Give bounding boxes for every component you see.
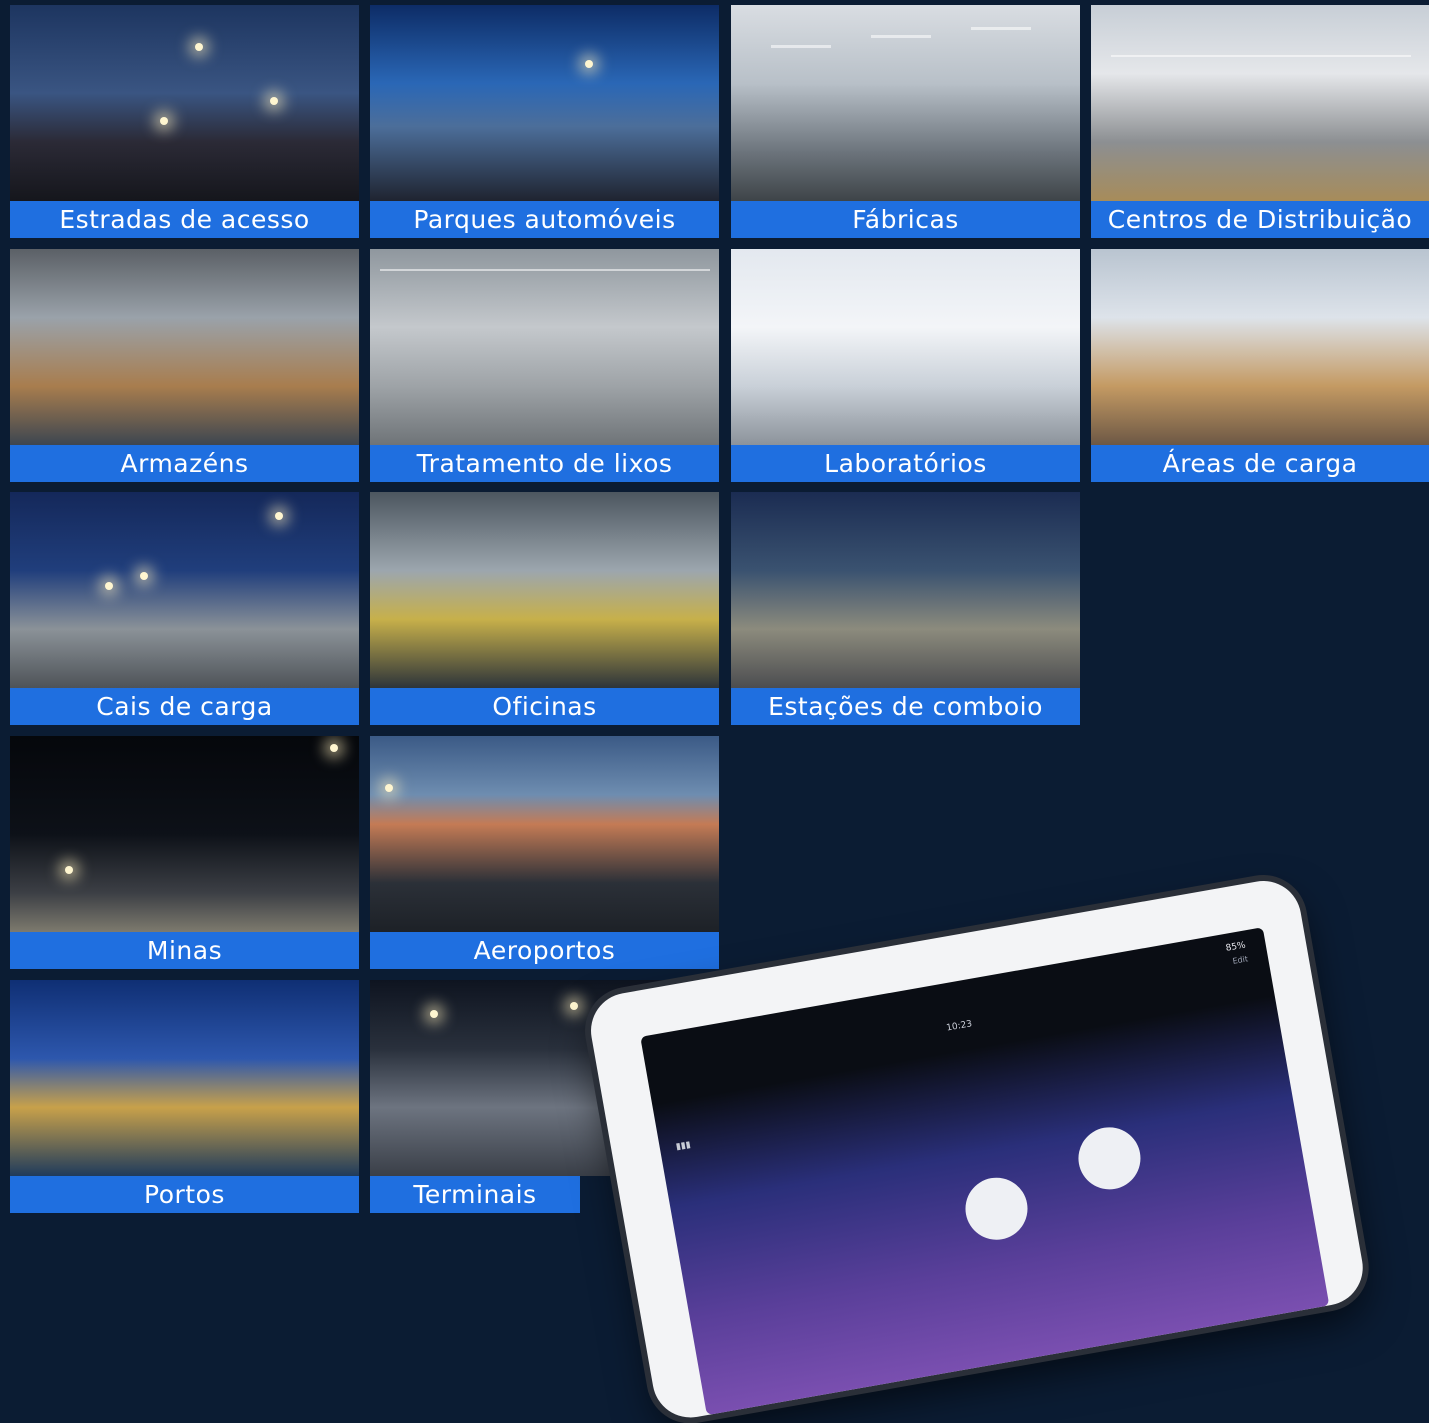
photo-workshops: [370, 492, 719, 688]
photo-waste-treatment: [370, 249, 719, 445]
edit-link[interactable]: Edit: [1232, 954, 1249, 966]
tile-fabricas[interactable]: Fábricas: [731, 5, 1080, 238]
tile-label: Aeroportos: [370, 932, 719, 969]
signal-icon: ▮▮▮: [675, 1139, 692, 1153]
photo-train-stations: [731, 492, 1080, 688]
photo-laboratories: [731, 249, 1080, 445]
tile-label: Laboratórios: [731, 445, 1080, 482]
tile-oficinas[interactable]: Oficinas: [370, 492, 719, 725]
photo-distribution-centres: [1091, 5, 1429, 201]
tile-parques-automoveis[interactable]: Parques automóveis: [370, 5, 719, 238]
tile-label: Centros de Distribuição: [1091, 201, 1429, 238]
photo-ports: [10, 980, 359, 1176]
tablet-screen: 85% Edit 10:23 ▮▮▮: [640, 927, 1330, 1416]
tile-centros-de-distribuicao[interactable]: Centros de Distribuição: [1091, 5, 1429, 238]
photo-warehouses: [10, 249, 359, 445]
tile-laboratorios[interactable]: Laboratórios: [731, 249, 1080, 482]
tile-aeroportos[interactable]: Aeroportos: [370, 736, 719, 969]
photo-mines: [10, 736, 359, 932]
tile-label: Portos: [10, 1176, 359, 1213]
battery-status: 85%: [1224, 940, 1247, 954]
control-knob[interactable]: [960, 1172, 1033, 1245]
tile-label: Estradas de acesso: [10, 201, 359, 238]
tile-label: Cais de carga: [10, 688, 359, 725]
photo-factories: [731, 5, 1080, 201]
tile-estradas-de-acesso[interactable]: Estradas de acesso: [10, 5, 359, 238]
photo-access-roads: [10, 5, 359, 201]
photo-car-parks: [370, 5, 719, 201]
tile-portos[interactable]: Portos: [10, 980, 359, 1213]
tile-minas[interactable]: Minas: [10, 736, 359, 969]
tile-label: Parques automóveis: [370, 201, 719, 238]
tile-label: Armazéns: [10, 445, 359, 482]
tile-armazens[interactable]: Armazéns: [10, 249, 359, 482]
tile-label: Tratamento de lixos: [370, 445, 719, 482]
tile-areas-de-carga[interactable]: Áreas de carga: [1091, 249, 1429, 482]
tile-label: Minas: [10, 932, 359, 969]
control-knob[interactable]: [1073, 1122, 1146, 1195]
tile-label: Áreas de carga: [1091, 445, 1429, 482]
tile-tratamento-de-lixos[interactable]: Tratamento de lixos: [370, 249, 719, 482]
tile-label: Estações de comboio: [731, 688, 1080, 725]
tile-label: Fábricas: [731, 201, 1080, 238]
tile-cais-de-carga[interactable]: Cais de carga: [10, 492, 359, 725]
photo-airports: [370, 736, 719, 932]
tile-estacoes-de-comboio[interactable]: Estações de comboio: [731, 492, 1080, 725]
clock-time: 10:23: [945, 1019, 973, 1034]
tile-label: Terminais: [370, 1176, 580, 1213]
photo-loading-areas: [1091, 249, 1429, 445]
tile-label: Oficinas: [370, 688, 719, 725]
photo-loading-docks: [10, 492, 359, 688]
